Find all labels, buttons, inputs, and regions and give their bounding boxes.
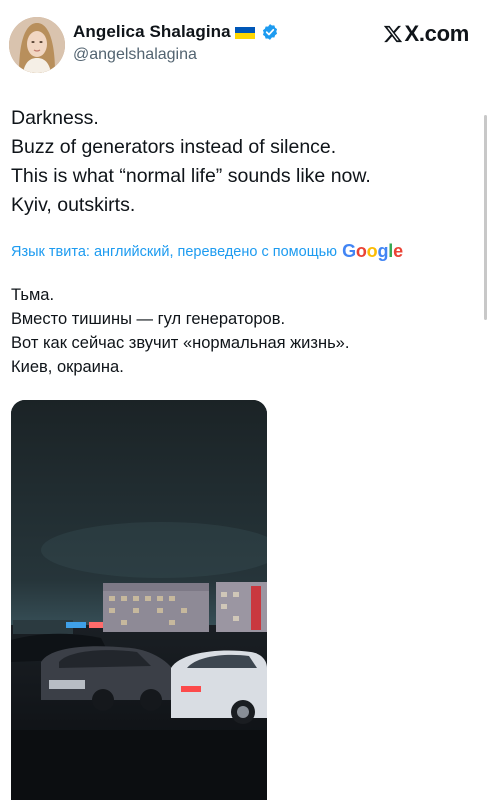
translated-line: Вместо тишины — гул генераторов. xyxy=(11,310,286,328)
translated-line: Киев, окраина. xyxy=(11,358,124,376)
translated-line: Тьма. xyxy=(11,286,55,304)
author-display-name[interactable]: Angelica Shalagina xyxy=(73,22,231,42)
tweet-line: Darkness. xyxy=(11,107,99,129)
translate-label[interactable]: Язык твита: английский, переведено с пом… xyxy=(11,244,337,260)
translated-line: Вот как сейчас звучит «нормальная жизнь»… xyxy=(11,334,350,352)
tweet-line: Kyiv, outskirts. xyxy=(11,194,136,216)
video-thumbnail[interactable] xyxy=(11,400,267,800)
translate-attribution[interactable]: Язык твита: английский, переведено с пом… xyxy=(11,241,403,262)
tweet-line: Buzz of generators instead of silence. xyxy=(11,136,337,158)
ukraine-flag-icon xyxy=(234,26,255,39)
translated-text: Тьма. Вместо тишины — гул генераторов. В… xyxy=(11,283,481,379)
author-name-row: Angelica Shalagina xyxy=(73,22,279,42)
tweet-line: This is what “normal life” sounds like n… xyxy=(11,165,371,187)
author-handle[interactable]: @angelshalagina xyxy=(73,46,197,64)
tweet-text: Darkness. Buzz of generators instead of … xyxy=(11,104,481,220)
night-street-scene xyxy=(11,400,267,800)
verified-badge-icon xyxy=(261,23,279,41)
scrollbar[interactable] xyxy=(484,115,487,320)
x-logo-icon xyxy=(383,24,403,44)
avatar[interactable] xyxy=(9,17,65,73)
google-logo: Google xyxy=(342,241,403,261)
brand-label: X.com xyxy=(404,21,469,46)
tweet-header: Angelica Shalagina @angelshalagina X.com xyxy=(9,14,479,74)
brand-watermark: X.com xyxy=(383,21,469,47)
